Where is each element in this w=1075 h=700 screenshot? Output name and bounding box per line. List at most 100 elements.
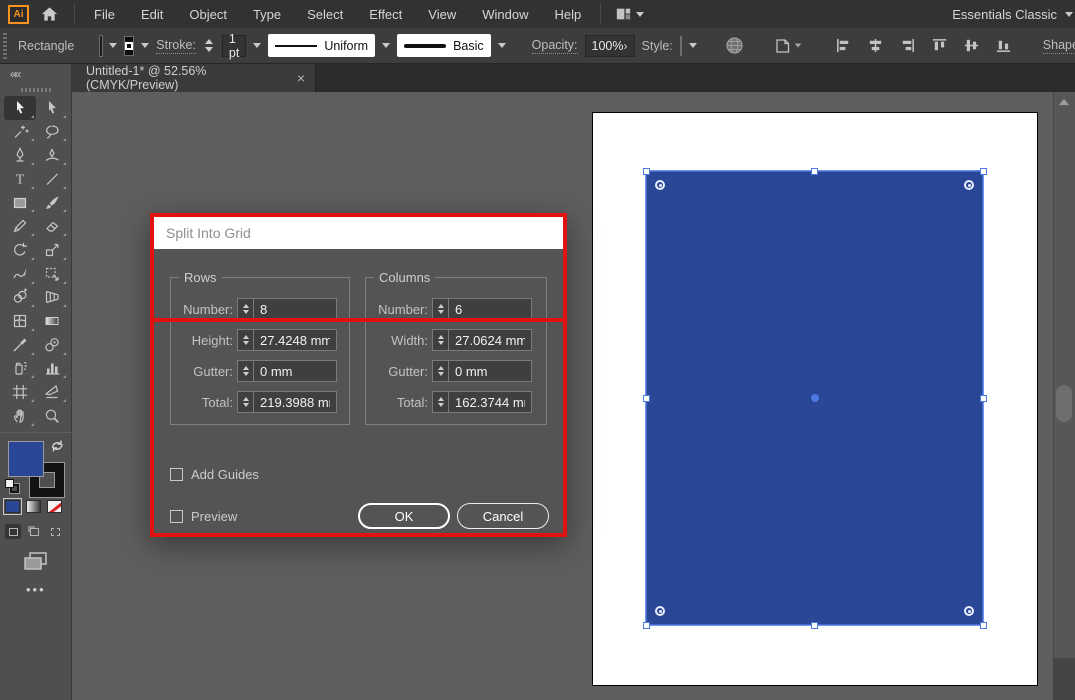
selection-handle-middle-left[interactable] [643, 395, 650, 402]
width-profile-chevron-icon[interactable] [382, 43, 390, 48]
pencil-tool[interactable] [4, 214, 36, 238]
type-tool[interactable]: T [4, 167, 36, 191]
menu-type[interactable]: Type [240, 7, 294, 22]
columns-total-stepper[interactable] [432, 391, 448, 413]
workspace-name[interactable]: Essentials Classic [952, 7, 1057, 22]
chevron-down-icon[interactable] [1065, 12, 1073, 17]
menu-file[interactable]: File [81, 7, 128, 22]
document-setup-globe-icon[interactable] [723, 36, 746, 55]
illustrator-logo[interactable]: Ai [8, 5, 29, 24]
align-left-icon[interactable] [833, 37, 854, 54]
selection-handle-bottom-right[interactable] [980, 622, 987, 629]
gradient-chip[interactable] [26, 500, 41, 513]
free-transform-tool[interactable] [36, 262, 68, 286]
corner-widget-bottom-right[interactable] [964, 606, 974, 616]
selection-handle-bottom-left[interactable] [643, 622, 650, 629]
columns-gutter-stepper[interactable] [432, 360, 448, 382]
draw-normal-icon[interactable] [5, 524, 21, 539]
draw-inside-icon[interactable] [47, 524, 63, 539]
opacity-more-icon[interactable]: › [624, 39, 628, 53]
home-icon[interactable] [36, 6, 62, 22]
edit-toolbar-icon[interactable]: ••• [26, 582, 46, 597]
rows-total-input[interactable] [253, 391, 337, 413]
menu-effect[interactable]: Effect [356, 7, 415, 22]
magic-wand-tool[interactable] [4, 120, 36, 144]
corner-widget-top-left[interactable] [655, 180, 665, 190]
selection-center-point[interactable] [811, 394, 819, 402]
preview-checkbox[interactable] [170, 510, 183, 523]
perspective-grid-tool[interactable] [36, 286, 68, 310]
selection-handle-middle-right[interactable] [980, 395, 987, 402]
graphic-style-swatch[interactable] [680, 36, 682, 56]
opacity-field[interactable]: 100% › [585, 35, 635, 57]
align-vertical-center-icon[interactable] [961, 37, 982, 54]
eyedropper-tool[interactable] [4, 333, 36, 357]
shape-label[interactable]: Shape: [1043, 38, 1075, 54]
workspace-switcher-icon[interactable] [615, 6, 632, 22]
selection-tool[interactable] [4, 96, 36, 120]
scale-tool[interactable] [36, 238, 68, 262]
symbol-sprayer-tool[interactable] [4, 357, 36, 381]
menu-help[interactable]: Help [541, 7, 594, 22]
brush-chevron-icon[interactable] [498, 43, 506, 48]
recolor-artwork-icon[interactable] [772, 37, 804, 55]
rows-height-stepper[interactable] [237, 329, 253, 351]
panel-drag-grip[interactable] [21, 88, 51, 92]
shaper-tool[interactable] [4, 262, 36, 286]
stroke-weight-stepper[interactable] [203, 39, 215, 52]
paintbrush-tool[interactable] [36, 191, 68, 215]
eraser-tool[interactable] [36, 214, 68, 238]
columns-gutter-input[interactable] [448, 360, 532, 382]
rows-gutter-stepper[interactable] [237, 360, 253, 382]
fill-color-swatch[interactable] [100, 36, 102, 56]
draw-behind-icon[interactable] [26, 524, 42, 539]
scrollbar-thumb[interactable] [1056, 385, 1072, 422]
column-graph-tool[interactable] [36, 357, 68, 381]
columns-number-input[interactable] [448, 298, 532, 320]
panel-grip[interactable] [3, 33, 7, 59]
rows-number-input[interactable] [253, 298, 337, 320]
stroke-weight-chevron-icon[interactable] [253, 43, 261, 48]
default-fill-stroke-icon[interactable] [5, 479, 21, 495]
fill-indicator[interactable] [8, 441, 44, 477]
style-chevron-icon[interactable] [689, 43, 697, 48]
width-profile-dropdown[interactable]: Uniform [268, 34, 375, 57]
columns-width-stepper[interactable] [432, 329, 448, 351]
gradient-tool[interactable] [36, 309, 68, 333]
document-tab[interactable]: Untitled-1* @ 52.56% (CMYK/Preview) × [72, 64, 316, 92]
rows-gutter-input[interactable] [253, 360, 337, 382]
menu-window[interactable]: Window [469, 7, 541, 22]
cancel-button[interactable]: Cancel [457, 503, 549, 529]
rows-height-input[interactable] [253, 329, 337, 351]
opacity-label[interactable]: Opacity: [532, 38, 578, 54]
collapse-panel-icon[interactable]: «« [10, 67, 19, 81]
menu-view[interactable]: View [415, 7, 469, 22]
screen-mode-icon[interactable] [22, 550, 50, 572]
align-horizontal-center-icon[interactable] [865, 37, 886, 54]
rectangle-tool[interactable] [4, 191, 36, 215]
rows-number-stepper[interactable] [237, 298, 253, 320]
corner-widget-bottom-left[interactable] [655, 606, 665, 616]
align-top-icon[interactable] [929, 37, 950, 54]
artboard-tool[interactable] [4, 380, 36, 404]
selection-handle-top-left[interactable] [643, 168, 650, 175]
lasso-tool[interactable] [36, 120, 68, 144]
hand-tool[interactable] [4, 404, 36, 428]
slice-tool[interactable] [36, 380, 68, 404]
vertical-scrollbar[interactable] [1053, 92, 1075, 700]
brush-dropdown[interactable]: Basic [397, 34, 491, 57]
chevron-down-icon[interactable] [636, 12, 644, 17]
align-right-icon[interactable] [897, 37, 918, 54]
menu-edit[interactable]: Edit [128, 7, 176, 22]
line-segment-tool[interactable] [36, 167, 68, 191]
selection-handle-top-right[interactable] [980, 168, 987, 175]
stroke-weight-label[interactable]: Stroke: [156, 38, 196, 54]
rows-total-stepper[interactable] [237, 391, 253, 413]
ok-button[interactable]: OK [358, 503, 450, 529]
stroke-weight-value[interactable]: 1 pt [222, 35, 246, 57]
curvature-tool[interactable] [36, 143, 68, 167]
selection-handle-top-center[interactable] [811, 168, 818, 175]
direct-selection-tool[interactable] [36, 96, 68, 120]
menu-object[interactable]: Object [176, 7, 240, 22]
fill-chevron-icon[interactable] [109, 43, 117, 48]
